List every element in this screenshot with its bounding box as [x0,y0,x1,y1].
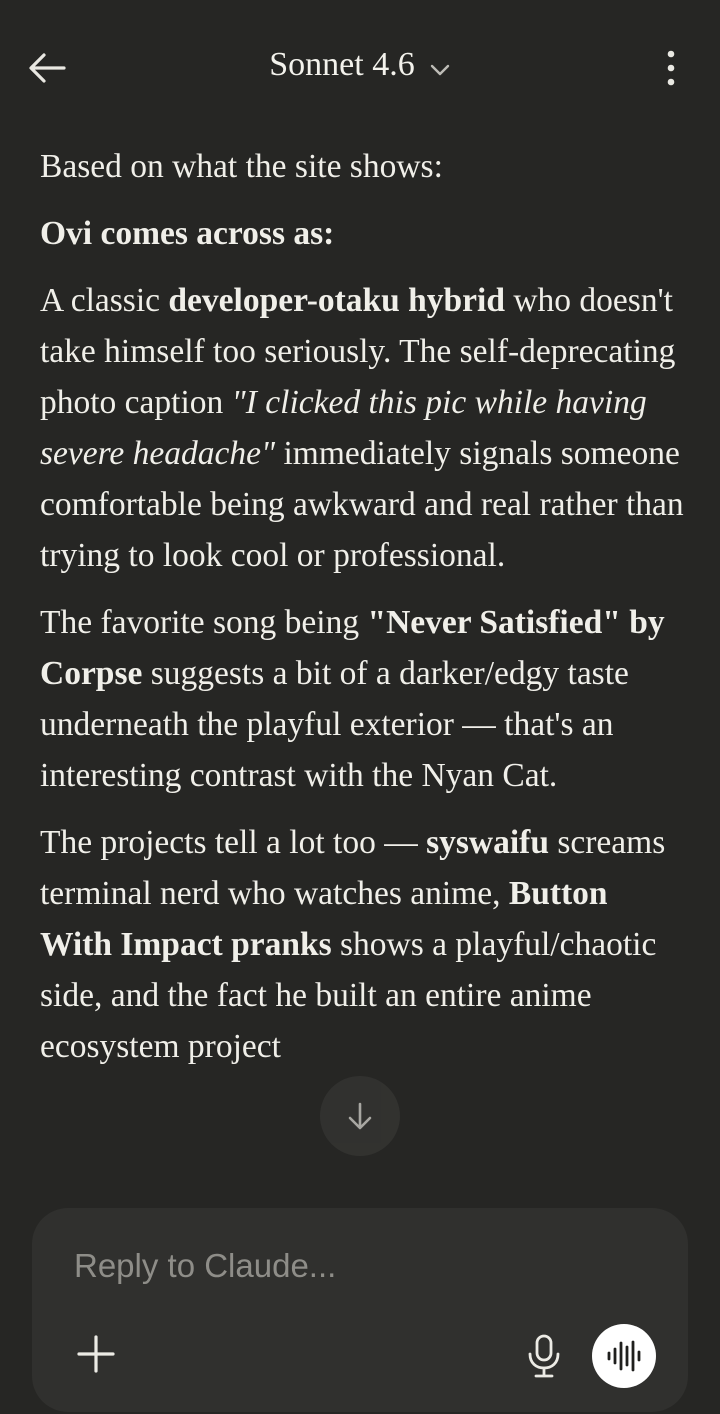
scroll-to-bottom-button[interactable] [320,1076,400,1156]
p2-text-1: The favorite song being [40,604,368,641]
paragraph-1: A classic developer-otaku hybrid who doe… [40,275,685,581]
voice-waveform-icon [607,1340,641,1372]
model-selector[interactable]: Sonnet 4.6 [0,46,720,86]
reply-input[interactable] [72,1240,636,1292]
model-title: Sonnet 4.6 [269,46,415,83]
assistant-message: Based on what the site shows: Ovi comes … [40,135,685,1210]
add-attachment-button[interactable] [74,1332,118,1376]
plus-icon [77,1335,115,1373]
more-options-button[interactable] [656,46,686,90]
reply-composer [32,1208,688,1412]
p1-bold-1: developer-otaku hybrid [168,282,505,319]
paragraph-2: The favorite song being "Never Satisfied… [40,597,685,801]
microphone-icon [528,1334,560,1378]
message-intro: Based on what the site shows: [40,148,443,185]
chevron-down-icon [429,48,451,86]
arrow-down-icon [348,1102,372,1130]
voice-mode-button[interactable] [592,1324,656,1388]
p3-text-1: The projects tell a lot too — [40,824,427,861]
microphone-button[interactable] [524,1332,564,1380]
p3-bold-1: syswaifu [426,824,549,861]
paragraph-3: The projects tell a lot too — syswaifu s… [40,817,685,1072]
heading-bold: Ovi comes across as: [40,215,335,252]
message-heading: Ovi comes across as: [40,208,685,259]
more-vertical-icon [667,50,675,86]
p1-text-1: A classic [40,282,169,319]
